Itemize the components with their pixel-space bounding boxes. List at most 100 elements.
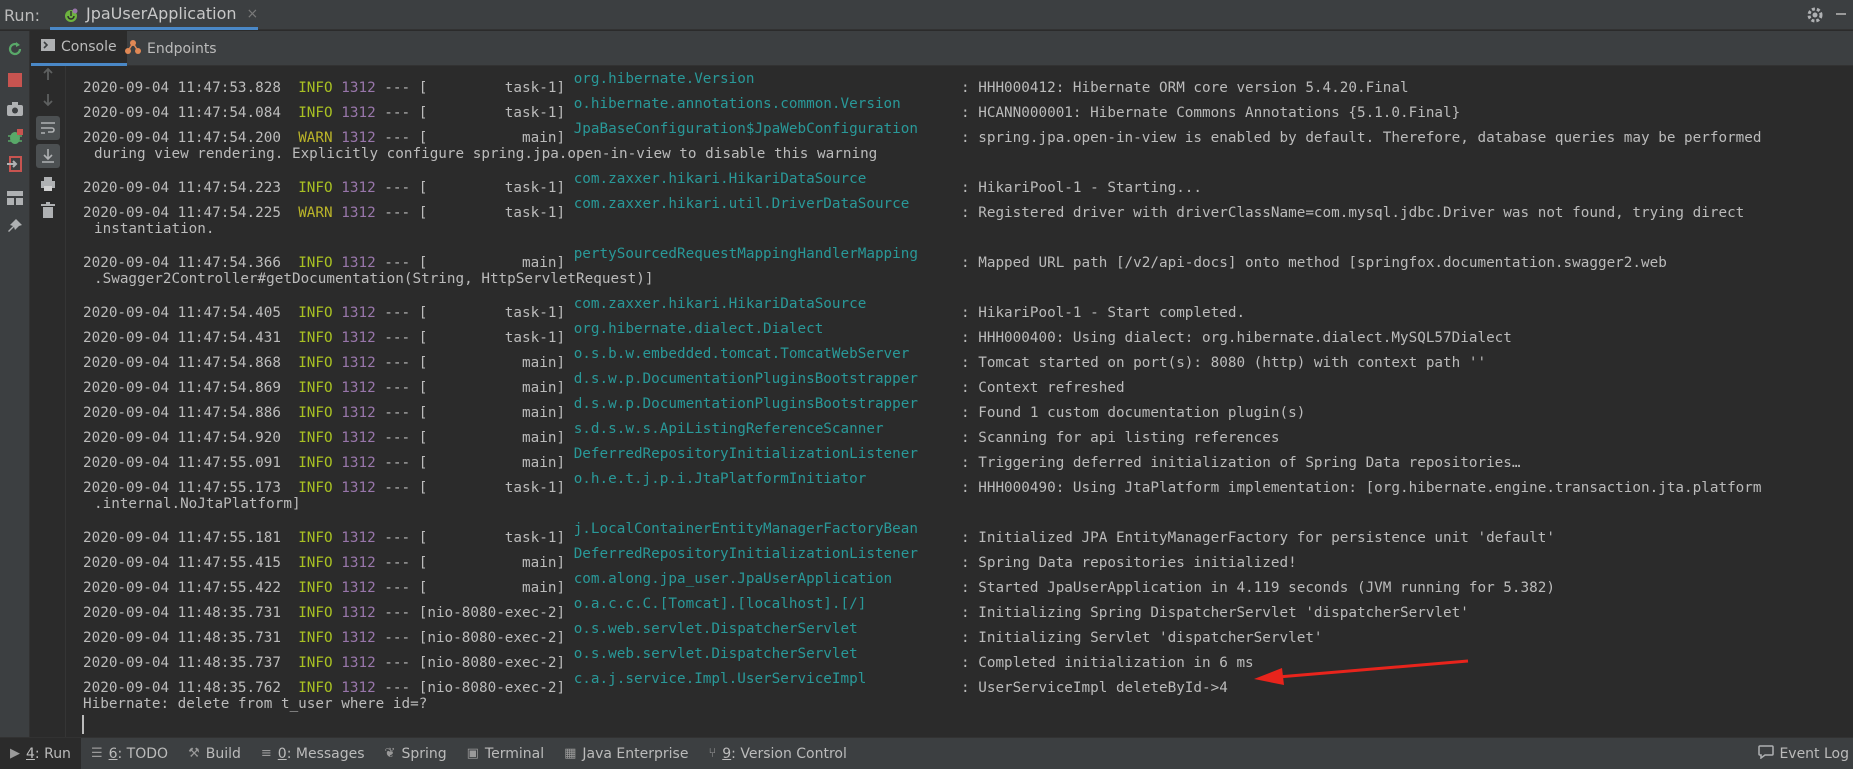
log-line: 2020-09-04 11:47:54.886 INFO 1312 --- [ … (67, 392, 1853, 421)
layout-icon[interactable] (3, 186, 27, 210)
log-logger: JpaBaseConfiguration$JpaWebConfiguration (573, 121, 918, 137)
messages-icon: ≡ (260, 746, 272, 761)
tab-console-label: Console (61, 39, 117, 55)
log-pid: 1312 (341, 480, 376, 496)
list-icon: ☰ (90, 746, 103, 761)
bottom-tab-label: Java Enterprise (582, 745, 689, 762)
debug-bug-icon[interactable] (3, 125, 27, 149)
log-message: : HHH000490: Using JtaPlatform implement… (961, 480, 1762, 496)
log-thread: task-1] (427, 480, 566, 496)
bottom-tab-hammer[interactable]: ⚒ Build (178, 738, 251, 769)
bottom-tab-messages[interactable]: ≡ 0: Messages (251, 738, 375, 769)
bottom-tab-label: : Run (34, 745, 71, 762)
bottom-tab-mnemonic: 0 (277, 745, 287, 762)
bottom-tab-mnemonic: 9 (722, 745, 732, 762)
log-thread: task-1] (427, 205, 566, 221)
log-logger: o.h.e.t.j.p.i.JtaPlatformInitiator (573, 471, 867, 487)
run-actions-toolbar (0, 31, 30, 737)
log-separator: --- [ (375, 205, 428, 221)
log-line: 2020-09-04 11:47:54.225 WARN 1312 --- [ … (67, 192, 1853, 221)
log-logger: o.s.web.servlet.DispatcherServlet (573, 621, 858, 637)
hammer-icon: ⚒ (188, 746, 200, 761)
log-line: 2020-09-04 11:48:35.762 INFO 1312 --- [n… (67, 667, 1853, 696)
log-line: 2020-09-04 11:48:35.731 INFO 1312 --- [n… (67, 617, 1853, 646)
log-thread: nio-8080-exec-2] (427, 680, 566, 696)
log-logger: c.a.j.service.Impl.UserServiceImpl (573, 671, 867, 687)
bottom-tab-spring[interactable]: ❦ Spring (375, 738, 457, 769)
bottom-tab-java-enterprise[interactable]: ▦ Java Enterprise (554, 738, 698, 769)
endpoints-icon (125, 39, 141, 59)
spring-boot-icon (62, 6, 78, 22)
log-logger: org.hibernate.Version (573, 71, 755, 87)
gear-icon[interactable] (1805, 5, 1825, 25)
stop-icon[interactable] (3, 68, 27, 92)
camera-icon[interactable] (3, 97, 27, 121)
minimize-icon[interactable] (1836, 13, 1846, 15)
log-logger: d.s.w.p.DocumentationPluginsBootstrapper (573, 371, 918, 387)
log-line: 2020-09-04 11:47:54.431 INFO 1312 --- [ … (67, 317, 1853, 346)
bottom-tab-label: : TODO (117, 745, 169, 762)
log-line: 2020-09-04 11:47:55.181 INFO 1312 --- [ … (67, 517, 1853, 546)
console-output[interactable]: 2020-09-04 11:47:53.828 INFO 1312 --- [ … (67, 67, 1853, 737)
log-line: 2020-09-04 11:47:54.869 INFO 1312 --- [ … (67, 367, 1853, 396)
tab-console[interactable]: Console (31, 31, 127, 66)
log-logger: org.hibernate.dialect.Dialect (573, 321, 824, 337)
bottom-tab-label: : Version Control (731, 745, 847, 762)
run-tab-title: JpaUserApplication (86, 4, 237, 23)
bottom-tab-label: Build (205, 745, 241, 762)
close-icon[interactable]: × (247, 6, 259, 22)
scroll-to-end-icon[interactable] (36, 144, 60, 168)
pin-icon[interactable] (3, 214, 27, 238)
log-logger: com.along.jpa_user.JpaUserApplication (573, 571, 893, 587)
bottom-tab-label: Terminal (484, 745, 545, 762)
log-line: 2020-09-04 11:47:54.366 INFO 1312 --- [ … (67, 242, 1853, 271)
bottom-tab-branch[interactable]: ⑂ 9: Version Control (698, 738, 856, 769)
log-message: : spring.jpa.open-in-view is enabled by … (961, 130, 1762, 146)
text-caret (82, 715, 84, 734)
soft-wrap-icon[interactable] (36, 116, 60, 140)
arrow-up-icon[interactable] (36, 62, 60, 86)
print-icon[interactable] (36, 172, 60, 196)
log-line: 2020-09-04 11:47:55.173 INFO 1312 --- [ … (67, 467, 1853, 496)
run-tool-window-header: Run: JpaUserApplication × (0, 0, 1853, 30)
console-icon (41, 39, 55, 55)
log-separator: --- [ (375, 480, 428, 496)
log-logger: d.s.w.p.DocumentationPluginsBootstrapper (573, 396, 918, 412)
event-log-button[interactable]: Event Log (1758, 738, 1849, 769)
bottom-tab-terminal[interactable]: ▣ Terminal (457, 738, 554, 769)
bottom-tab-mnemonic: 4 (26, 745, 35, 762)
hibernate-sql-line: Hibernate: delete from t_user where id=? (83, 696, 428, 712)
log-line: 2020-09-04 11:47:55.091 INFO 1312 --- [ … (67, 442, 1853, 471)
log-message: : Mapped URL path [/v2/api-docs] onto me… (961, 255, 1667, 271)
java-enterprise-icon: ▦ (564, 746, 577, 761)
play-icon: ▶ (10, 746, 20, 761)
arrow-down-icon[interactable] (36, 88, 60, 112)
run-tab-jpa-user-application[interactable]: JpaUserApplication × (50, 0, 258, 30)
log-logger: j.LocalContainerEntityManagerFactoryBean (573, 521, 918, 537)
exit-icon[interactable] (3, 152, 27, 176)
tab-endpoints[interactable]: Endpoints (115, 31, 227, 66)
log-logger: o.hibernate.annotations.common.Version (573, 96, 901, 112)
log-logger: com.zaxxer.hikari.util.DriverDataSource (573, 196, 910, 212)
log-logger: o.a.c.c.C.[Tomcat].[localhost].[/] (573, 596, 867, 612)
bottom-tab-label: Spring (401, 745, 447, 762)
branch-icon: ⑂ (708, 746, 717, 761)
log-logger: DeferredRepositoryInitializationListener (573, 546, 918, 562)
log-line: 2020-09-04 11:47:54.200 WARN 1312 --- [ … (67, 117, 1853, 146)
event-log-icon (1758, 745, 1775, 763)
bottom-tab-play[interactable]: ▶ 4: Run (0, 737, 81, 769)
log-pid: 1312 (341, 205, 376, 221)
bottom-tab-list[interactable]: ☰ 6: TODO (81, 738, 178, 769)
annotation-arrow-icon (1254, 659, 1469, 685)
log-line: 2020-09-04 11:47:54.405 INFO 1312 --- [ … (67, 292, 1853, 321)
rerun-icon[interactable] (3, 37, 27, 61)
terminal-icon: ▣ (466, 746, 479, 761)
tab-endpoints-label: Endpoints (147, 40, 217, 57)
log-line: 2020-09-04 11:48:35.731 INFO 1312 --- [n… (67, 592, 1853, 621)
bottom-tab-mnemonic: 6 (108, 745, 118, 762)
console-toolbar (31, 66, 66, 737)
trash-icon[interactable] (36, 198, 60, 222)
spring-icon: ❦ (384, 746, 396, 761)
console-subtabs: Console Endpoints (31, 31, 1853, 66)
log-level: INFO (298, 480, 333, 496)
